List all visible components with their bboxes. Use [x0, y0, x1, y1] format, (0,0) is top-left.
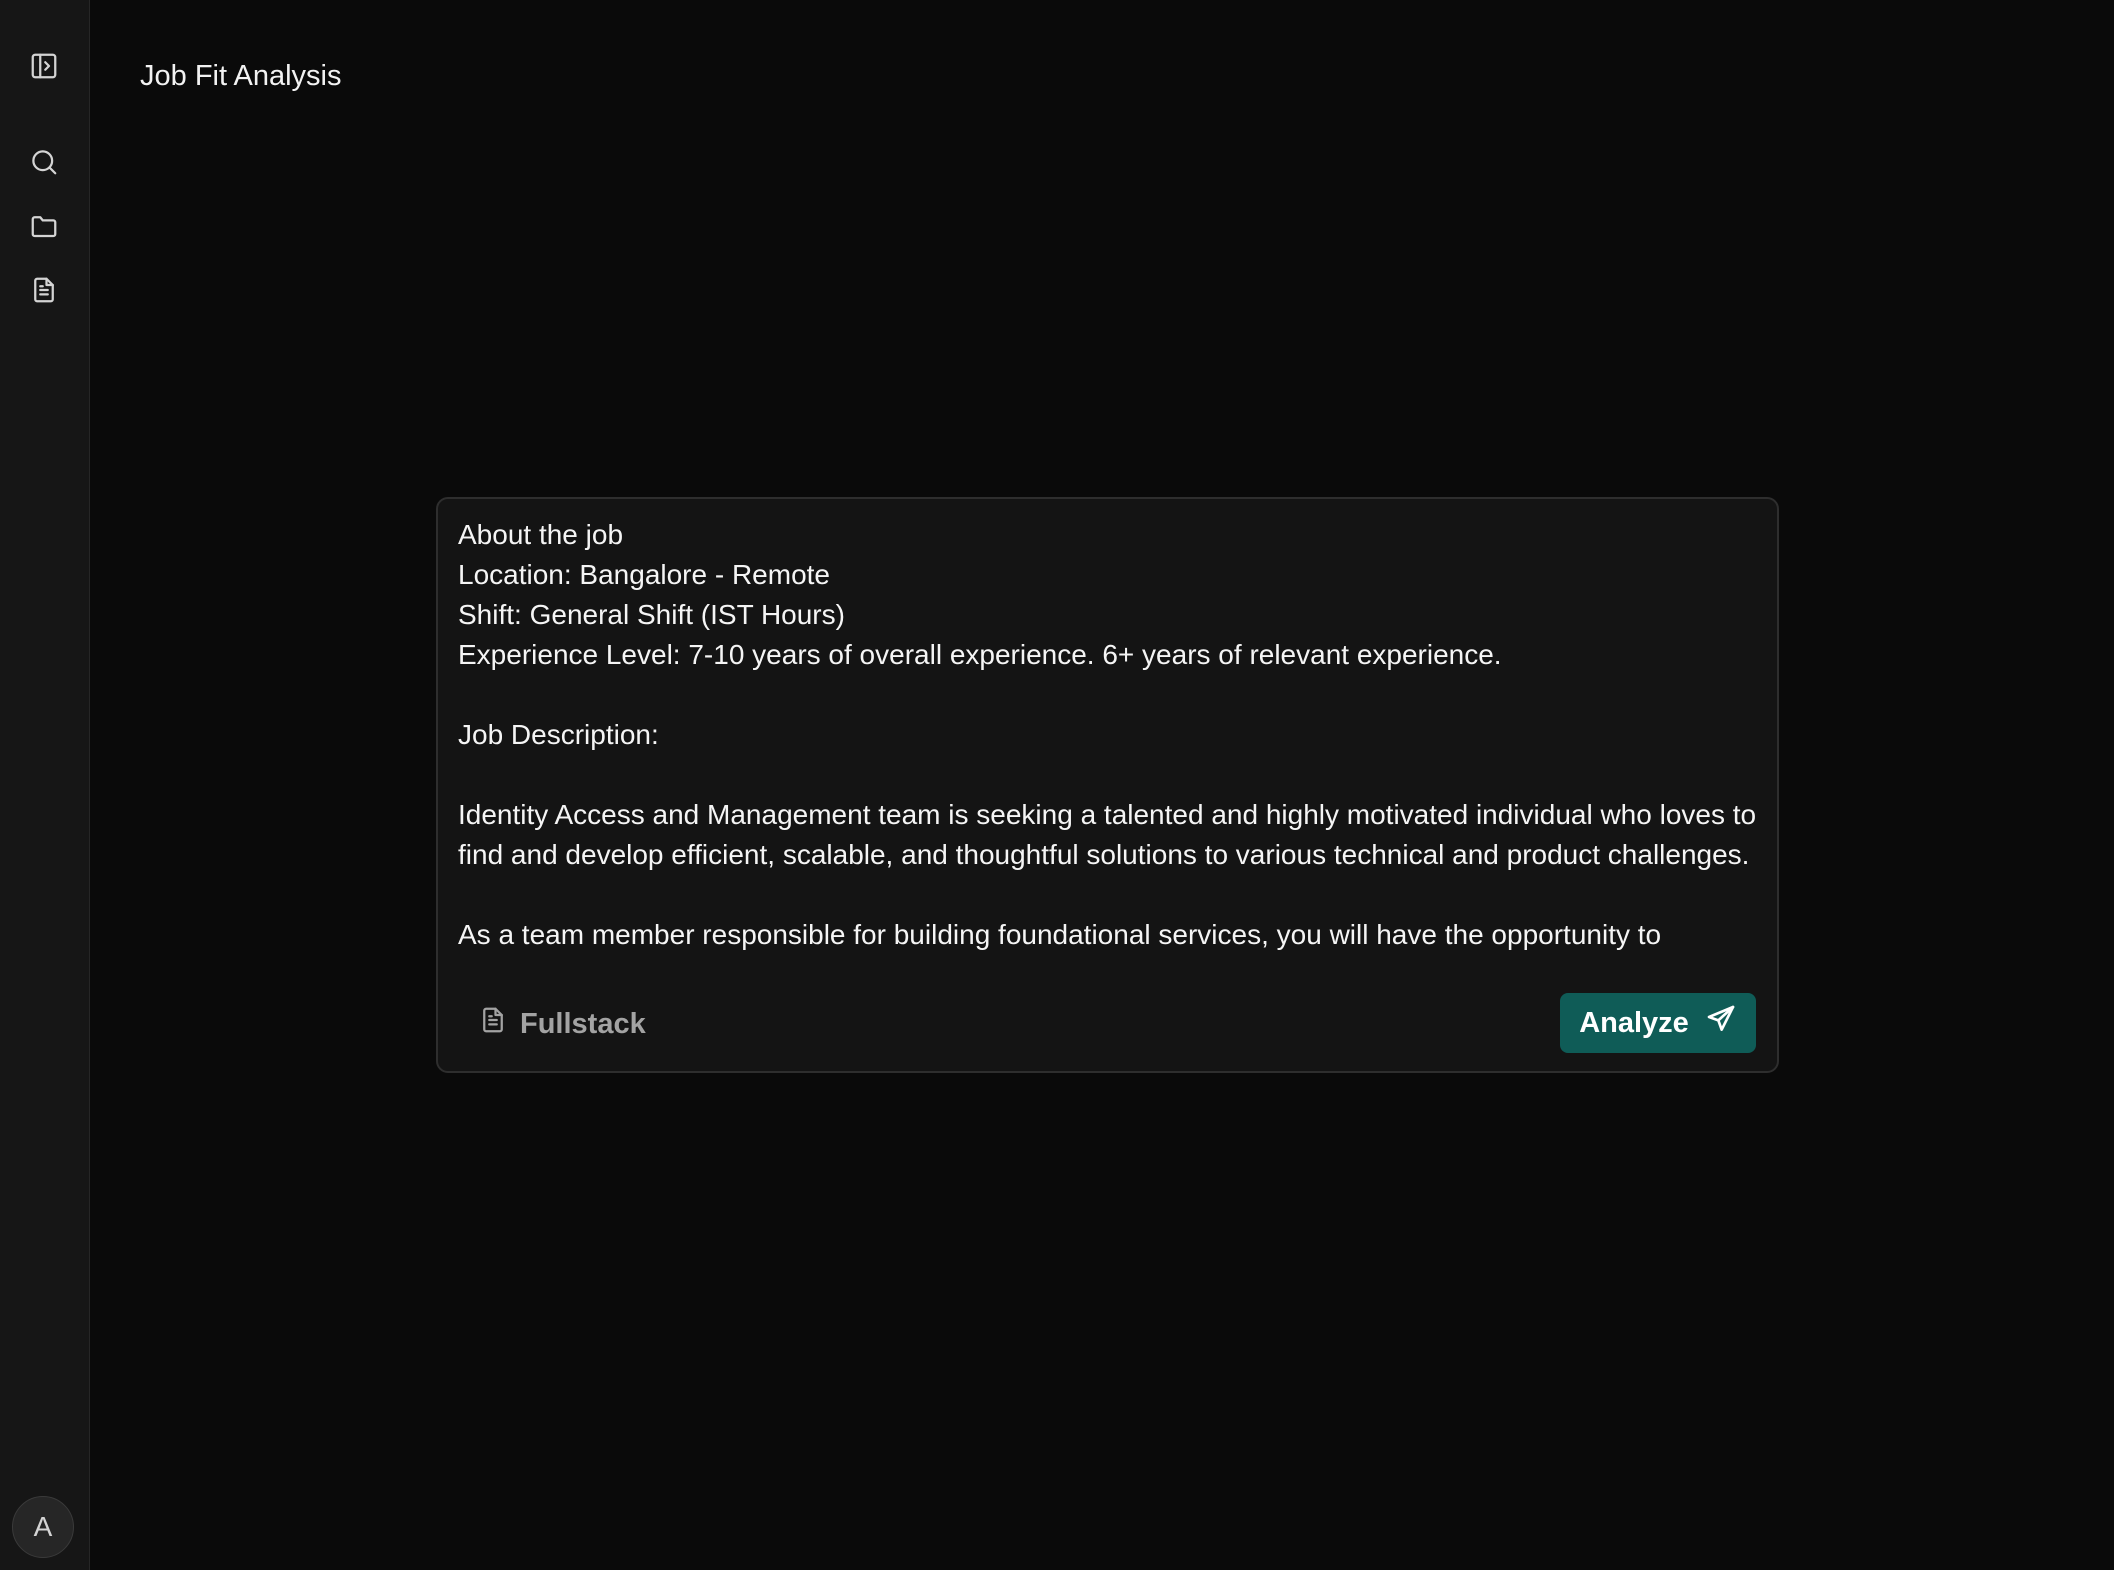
page-title: Job Fit Analysis	[140, 60, 342, 92]
search-icon	[29, 147, 59, 182]
user-avatar[interactable]: A	[12, 1496, 74, 1558]
document-icon	[29, 275, 59, 310]
sidebar-documents-button[interactable]	[22, 270, 66, 314]
job-description-input[interactable]: About the job Location: Bangalore - Remo…	[458, 515, 1758, 983]
resume-chip-label: Fullstack	[520, 1007, 646, 1040]
job-description-card: About the job Location: Bangalore - Remo…	[436, 497, 1779, 1073]
sidebar-search-button[interactable]	[22, 142, 66, 186]
analyze-button[interactable]: Analyze	[1560, 993, 1756, 1053]
folder-icon	[29, 211, 59, 246]
sidebar: A	[0, 0, 90, 1570]
sidebar-toggle-button[interactable]	[22, 46, 66, 90]
sidebar-folders-button[interactable]	[22, 206, 66, 250]
analyze-button-label: Analyze	[1579, 1006, 1689, 1039]
send-icon	[1705, 1003, 1737, 1043]
document-icon	[478, 1005, 508, 1043]
resume-chip[interactable]: Fullstack	[478, 999, 646, 1049]
avatar-initial: A	[33, 1511, 53, 1542]
app-root: A Job Fit Analysis About the job Locatio…	[0, 0, 2114, 1570]
sidebar-toggle-icon	[29, 51, 59, 86]
